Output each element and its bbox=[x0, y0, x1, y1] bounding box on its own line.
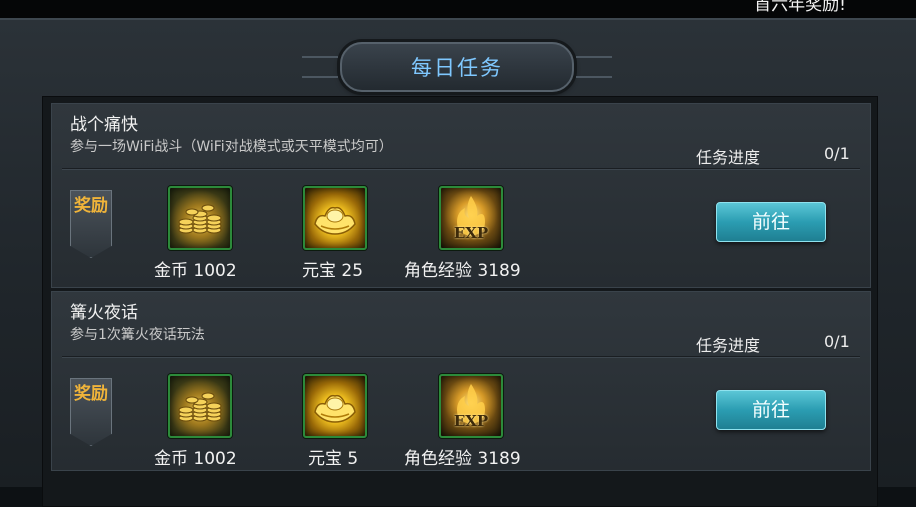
gold-ingot-icon[interactable] bbox=[303, 374, 367, 438]
go-button[interactable]: 前往 bbox=[716, 202, 826, 242]
daily-tasks-window: 每日任务 战个痛快 参与一场WiFi战斗（WiFi对战模式或天平模式均可） 任务… bbox=[0, 18, 916, 507]
reward-label: 元宝 5 bbox=[308, 449, 359, 469]
reward-ribbon: 奖励 bbox=[70, 190, 112, 258]
reward-label: 元宝 25 bbox=[302, 261, 364, 281]
divider bbox=[62, 356, 860, 357]
task-name: 战个痛快 bbox=[70, 115, 138, 135]
top-banner-text: 首六年奖励! bbox=[754, 0, 846, 15]
reward-label: 金币 1002 bbox=[154, 449, 237, 469]
gold-coins-icon[interactable] bbox=[168, 186, 232, 250]
exp-icon[interactable]: EXP bbox=[439, 374, 503, 438]
go-button[interactable]: 前往 bbox=[716, 390, 826, 430]
exp-icon-text: EXP bbox=[453, 412, 489, 430]
task-progress-value: 0/1 bbox=[824, 332, 850, 351]
gold-coins-graphic bbox=[178, 204, 222, 234]
gold-ingot-graphic bbox=[314, 394, 356, 423]
task-progress-label: 任务进度 bbox=[696, 336, 761, 355]
gold-coins-icon[interactable] bbox=[168, 374, 232, 438]
top-bar: 首六年奖励! bbox=[0, 0, 916, 18]
task-description: 参与一场WiFi战斗（WiFi对战模式或天平模式均可） bbox=[70, 139, 393, 155]
exp-icon[interactable]: EXP bbox=[439, 186, 503, 250]
reward-label: 金币 1002 bbox=[154, 261, 237, 281]
reward-ribbon: 奖励 bbox=[70, 378, 112, 446]
task-progress-value: 0/1 bbox=[824, 144, 850, 163]
reward-label: 角色经验 3189 bbox=[404, 449, 521, 469]
window-title: 每日任务 bbox=[411, 56, 503, 80]
reward-ribbon-label: 奖励 bbox=[74, 384, 108, 404]
gold-ingot-graphic bbox=[314, 206, 356, 235]
gold-coins-graphic bbox=[178, 392, 222, 422]
task-card: 战个痛快 参与一场WiFi战斗（WiFi对战模式或天平模式均可） 任务进度 0/… bbox=[51, 103, 871, 288]
task-card: 篝火夜话 参与1次篝火夜话玩法 任务进度 0/1 奖励 金币 1002 元宝 5… bbox=[51, 291, 871, 471]
task-description: 参与1次篝火夜话玩法 bbox=[70, 327, 205, 343]
divider bbox=[62, 168, 860, 169]
reward-ribbon-label: 奖励 bbox=[74, 196, 108, 216]
gold-ingot-icon[interactable] bbox=[303, 186, 367, 250]
reward-label: 角色经验 3189 bbox=[404, 261, 521, 281]
task-list[interactable]: 战个痛快 参与一场WiFi战斗（WiFi对战模式或天平模式均可） 任务进度 0/… bbox=[42, 96, 878, 507]
task-name: 篝火夜话 bbox=[70, 303, 138, 323]
task-progress-label: 任务进度 bbox=[696, 148, 761, 167]
exp-icon-text: EXP bbox=[453, 224, 489, 242]
title-plate: 每日任务 bbox=[302, 42, 612, 92]
